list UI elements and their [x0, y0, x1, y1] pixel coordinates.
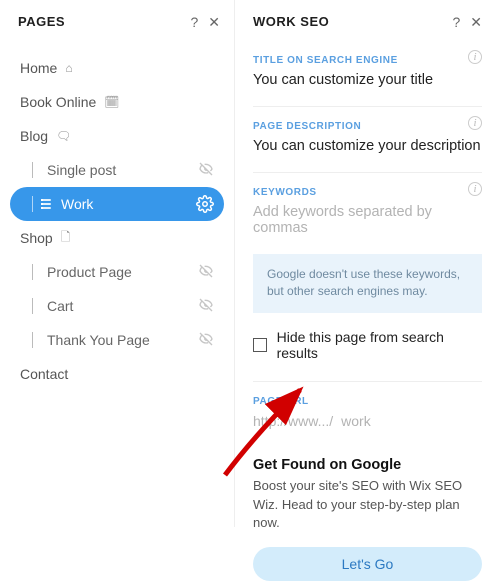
page-item-label: Cart	[47, 298, 73, 314]
title-label: TITLE ON SEARCH ENGINE	[253, 55, 398, 66]
page-item-single-post[interactable]: Single post	[10, 153, 224, 187]
divider	[253, 381, 482, 382]
page-type-icon: ⌂	[65, 61, 72, 75]
page-item-contact[interactable]: Contact	[10, 357, 224, 391]
title-input[interactable]: You can customize your title	[253, 72, 482, 88]
page-type-icon: 🗓	[104, 95, 119, 109]
page-item-label: Work	[61, 196, 93, 212]
hidden-icon[interactable]	[198, 263, 214, 282]
page-item-thank-you-page[interactable]: Thank You Page	[10, 323, 224, 357]
page-item-label: Contact	[20, 366, 68, 382]
seo-title: WORK SEO	[253, 14, 329, 29]
page-type-icon: 🗨	[56, 129, 71, 143]
checkbox-icon	[253, 338, 267, 352]
page-item-book-online[interactable]: Book Online 🗓	[10, 85, 224, 119]
hidden-icon[interactable]	[198, 331, 214, 350]
page-type-icon: 🗋	[61, 228, 71, 249]
hidden-icon[interactable]	[198, 297, 214, 316]
settings-icon[interactable]	[196, 195, 214, 213]
pages-title: PAGES	[18, 14, 65, 29]
close-icon[interactable]: ✕	[470, 15, 482, 29]
cta-title: Get Found on Google	[253, 457, 482, 473]
pages-header: PAGES ? ✕	[0, 14, 234, 43]
seo-panel: WORK SEO ? ✕ TITLE ON SEARCH ENGINE i Yo…	[235, 0, 500, 527]
hidden-icon[interactable]	[198, 161, 214, 180]
help-icon[interactable]: ?	[452, 15, 460, 29]
page-item-product-page[interactable]: Product Page	[10, 255, 224, 289]
page-item-blog[interactable]: Blog 🗨	[10, 119, 224, 153]
keywords-label: KEYWORDS	[253, 187, 317, 198]
page-url-label: PAGE URL	[253, 396, 482, 407]
url-value: work	[341, 413, 371, 429]
page-item-label: Book Online	[20, 94, 96, 110]
description-input[interactable]: You can customize your description	[253, 138, 482, 154]
page-item-cart[interactable]: Cart	[10, 289, 224, 323]
page-item-home[interactable]: Home ⌂	[10, 51, 224, 85]
hide-label: Hide this page from search results	[277, 329, 482, 361]
page-item-label: Home	[20, 60, 57, 76]
url-prefix: http://www.../	[253, 413, 333, 429]
hide-from-search-checkbox[interactable]: Hide this page from search results	[253, 329, 482, 361]
page-url-input[interactable]: http://www.../ work	[253, 413, 482, 429]
page-item-label: Product Page	[47, 264, 132, 280]
cta-text: Boost your site's SEO with Wix SEO Wiz. …	[253, 477, 482, 534]
help-icon[interactable]: ?	[190, 15, 198, 29]
keywords-input[interactable]: Add keywords separated by commas	[253, 204, 482, 236]
close-icon[interactable]: ✕	[208, 15, 220, 29]
info-icon[interactable]: i	[468, 50, 482, 64]
seo-header: WORK SEO ? ✕	[253, 14, 482, 41]
description-label: PAGE DESCRIPTION	[253, 121, 361, 132]
lets-go-button[interactable]: Let's Go	[253, 547, 482, 581]
info-icon[interactable]: i	[468, 182, 482, 196]
pages-panel: PAGES ? ✕ Home ⌂ Book Online 🗓 Blog 🗨 Single p…	[0, 0, 235, 527]
page-item-label: Single post	[47, 162, 116, 178]
drag-handle-icon[interactable]	[41, 199, 51, 209]
keywords-note: Google doesn't use these keywords, but o…	[253, 254, 482, 313]
info-icon[interactable]: i	[468, 116, 482, 130]
page-item-shop[interactable]: Shop 🗋	[10, 221, 224, 255]
page-item-work[interactable]: Work	[10, 187, 224, 221]
page-item-label: Thank You Page	[47, 332, 150, 348]
page-item-label: Blog	[20, 128, 48, 144]
page-list: Home ⌂ Book Online 🗓 Blog 🗨 Single post Work Sho…	[0, 43, 234, 391]
page-item-label: Shop	[20, 230, 53, 246]
